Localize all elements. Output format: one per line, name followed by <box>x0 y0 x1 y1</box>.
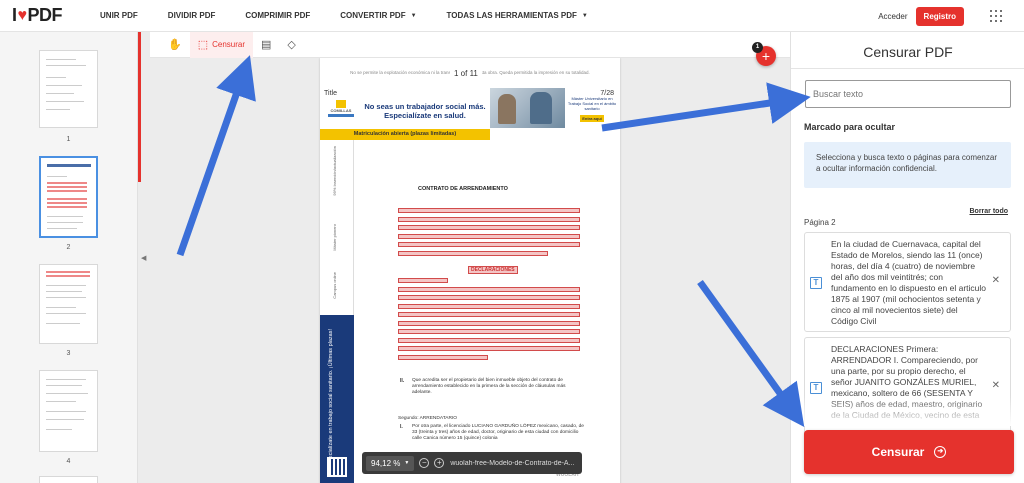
chevron-left-icon: ◀ <box>141 255 147 262</box>
hand-tool-button[interactable]: ✋ <box>160 32 190 58</box>
qr-code <box>327 457 347 477</box>
login-link[interactable]: Acceder <box>878 12 907 21</box>
clause-number: I. <box>400 424 403 430</box>
pdf-page[interactable]: No se permite la explotación económica n… <box>320 58 620 483</box>
logo-text: PDF <box>27 5 63 25</box>
zoom-out-button[interactable]: − <box>419 458 430 468</box>
text-icon: T <box>810 277 822 289</box>
chevron-down-icon: ▼ <box>410 12 417 19</box>
arrow-right-icon: ➔ <box>934 446 947 458</box>
thumbnail-page-5[interactable] <box>39 476 98 483</box>
thumbnail-label: 4 <box>66 458 71 465</box>
nav-split-pdf[interactable]: DIVIDIR PDF <box>168 11 216 20</box>
zoom-in-button[interactable]: + <box>434 458 445 468</box>
comillas-logo: COMILLAS <box>328 100 354 124</box>
banner-cta[interactable]: Entra aquí <box>580 115 604 122</box>
banner-slogan: No seas un trabajador social más. Especi… <box>364 102 486 120</box>
tenant-text: Por otra parte, el licenciado LUCIANO GA… <box>412 424 584 441</box>
contract-heading: CONTRATO DE ARRENDAMIENTO <box>418 186 508 192</box>
panel-title: Censurar PDF <box>863 44 953 60</box>
hand-icon: ✋ <box>168 39 182 51</box>
eraser-button[interactable]: ◇ <box>279 32 303 58</box>
thumbnail-page-2[interactable] <box>39 156 98 238</box>
redacted-declarations[interactable]: DECLARACIONES <box>468 266 518 274</box>
nav-convert-pdf[interactable]: CONVERTIR PDF ▼ <box>340 11 416 20</box>
clause-number: II. <box>400 378 405 384</box>
apps-grid-icon[interactable] <box>990 10 1002 22</box>
file-name: wuolah-free-Modelo-de-Contrato-de-A... <box>450 459 575 467</box>
register-button[interactable]: Registro <box>915 6 964 26</box>
thumbnail-label: 1 <box>66 136 71 143</box>
nav-compress-pdf[interactable]: COMPRIMIR PDF <box>245 11 310 20</box>
page-censor-button[interactable]: ▤ <box>253 32 279 58</box>
close-icon[interactable]: ✕ <box>992 380 1000 391</box>
zoom-select[interactable]: 94,12 % ▼ <box>366 455 415 471</box>
nav-all-tools[interactable]: TODAS LAS HERRAMIENTAS PDF ▼ <box>447 11 588 20</box>
redaction-item[interactable]: T En la ciudad de Cuernavaca, capital de… <box>804 232 1011 332</box>
heart-icon: ♥ <box>17 6 28 24</box>
banner-side-ad: Máster Universitario en Trabajo Social e… <box>567 96 617 122</box>
eraser-icon: ◇ <box>287 39 296 51</box>
editor-toolbar: ✋ ⬚ Censurar ▤ ◇ <box>150 31 790 58</box>
thumbnail-label: 2 <box>66 244 71 251</box>
search-input[interactable] <box>805 80 1011 108</box>
page-thumbnails-sidebar: 1 2 3 4 <box>0 32 138 483</box>
censor-panel: Censurar PDF Marcado para ocultar Selecc… <box>790 32 1024 483</box>
redacted-block-1[interactable] <box>398 208 580 259</box>
clause-text: Que acredita ser el propietario del bien… <box>412 378 566 395</box>
chevron-down-icon: ▼ <box>581 12 588 19</box>
accent-bar <box>138 32 141 182</box>
thumbnail-label: 3 <box>66 350 71 357</box>
redacted-block-2[interactable] <box>398 278 580 363</box>
page-icon: ▤ <box>261 39 272 51</box>
main-nav: UNIR PDF DIVIDIR PDF COMPRIMIR PDF CONVE… <box>100 11 618 20</box>
thumbnail-page-1[interactable] <box>39 50 98 128</box>
censor-tool-button[interactable]: ⬚ Censurar <box>189 31 254 58</box>
tenant-heading: Segundo: ARRENDATARIO <box>398 416 458 421</box>
page-label: Página 2 <box>804 218 836 227</box>
censor-button-label: Censurar <box>871 445 925 459</box>
redaction-item-text: En la ciudad de Cuernavaca, capital del … <box>831 239 986 326</box>
page-counter: 1 of 11 <box>450 69 482 78</box>
nav-merge-pdf[interactable]: UNIR PDF <box>100 11 138 20</box>
text-icon: T <box>810 382 822 394</box>
info-box: Selecciona y busca texto o páginas para … <box>804 142 1011 188</box>
censor-tool-label: Censurar <box>212 40 246 49</box>
clear-all-link[interactable]: Borrar todo <box>970 208 1009 215</box>
zoom-bar: 94,12 % ▼ − + wuolah-free-Modelo-de-Contr… <box>362 452 582 474</box>
close-icon[interactable]: ✕ <box>992 275 1000 286</box>
censor-button[interactable]: Censurar ➔ <box>804 430 1014 474</box>
document-viewer[interactable]: No se permite la explotación económica n… <box>150 58 790 483</box>
logo-letter: I <box>12 5 17 25</box>
ad-side-column: 99% Inserción/actualización Máster pione… <box>320 140 354 315</box>
thumbnail-page-4[interactable] <box>39 370 98 452</box>
thumbnail-page-3[interactable] <box>39 264 98 344</box>
chevron-down-icon: ▼ <box>404 460 410 466</box>
file-count-badge: 1 <box>752 42 763 53</box>
banner-photo <box>490 88 565 128</box>
enrollment-strip: Matriculación abierta (plazas limitadas) <box>320 129 490 140</box>
ad-blue-column: Especialízate en trabajo social sanitari… <box>320 315 354 483</box>
censor-select-icon: ⬚ <box>197 39 209 51</box>
marked-label: Marcado para ocultar <box>804 122 896 132</box>
top-navigation: I ♥ PDF UNIR PDF DIVIDIR PDF COMPRIMIR PDF… <box>0 0 1024 32</box>
banner-title: Title <box>324 90 337 97</box>
ilovepdf-logo[interactable]: I ♥ PDF <box>12 5 63 26</box>
